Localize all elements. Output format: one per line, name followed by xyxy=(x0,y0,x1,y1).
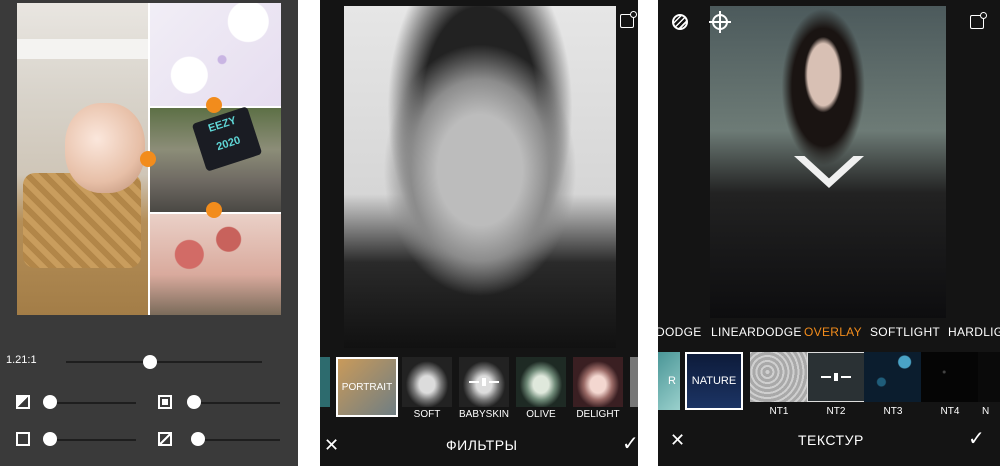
collage-cell-people[interactable]: EEZY 2020 xyxy=(150,106,281,212)
target-icon[interactable] xyxy=(709,11,731,33)
apply-check-icon[interactable]: ✓ xyxy=(622,434,638,454)
collage-canvas[interactable]: EEZY 2020 xyxy=(17,3,281,315)
filter-label-portrait: PORTRAIT xyxy=(341,381,393,393)
filters-panel: PORTRAIT SOFT BABYSKIN OLIVE DELIGHT ✕ Ф… xyxy=(320,0,638,466)
close-icon[interactable]: ✕ xyxy=(324,436,339,454)
shadow-slider-track[interactable] xyxy=(188,402,280,404)
texture-label-partial-left: R xyxy=(668,375,676,387)
blend-mode-lineardodge[interactable]: LINEARDODGE xyxy=(711,325,802,339)
texture-label-partial-right: N xyxy=(982,406,990,417)
filter-thumb-partial-right[interactable] xyxy=(630,357,638,407)
resize-handle-middle[interactable] xyxy=(140,151,156,167)
frame-icon xyxy=(16,432,30,446)
blend-mode-softlight[interactable]: SOFTLIGHT xyxy=(870,325,940,339)
border-icon xyxy=(16,395,30,409)
resize-handle-bottom[interactable] xyxy=(206,202,222,218)
texture-thumb-nt2[interactable] xyxy=(807,352,865,402)
filter-label-delight: DELIGHT xyxy=(576,409,620,420)
filters-title: ФИЛЬТРЫ xyxy=(446,437,518,453)
chair-rail xyxy=(17,39,148,59)
blend-mode-dodge[interactable]: DODGE xyxy=(658,325,702,339)
apply-check-icon-2[interactable]: ✓ xyxy=(968,429,985,449)
texture-label-nt2: NT2 xyxy=(826,406,846,417)
texture-label-nt3: NT3 xyxy=(883,406,903,417)
border-slider-track[interactable] xyxy=(44,402,136,404)
adjust-icon-2 xyxy=(821,372,851,382)
filter-thumb-portrait[interactable]: PORTRAIT xyxy=(336,357,398,417)
corner-radius-icon xyxy=(158,432,172,446)
aspect-ratio-label: 1.21:1 xyxy=(6,354,37,366)
blend-mode-overlay[interactable]: OVERLAY xyxy=(804,325,862,339)
corner-radius-slider-track[interactable] xyxy=(192,439,280,441)
collar-shape xyxy=(794,156,864,188)
filter-label-olive: OLIVE xyxy=(526,409,556,420)
texture-thumb-partial-left[interactable]: R xyxy=(658,352,680,410)
shadow-slider-knob[interactable] xyxy=(187,395,201,409)
texture-preview-photo xyxy=(710,6,946,318)
corner-radius-slider-knob[interactable] xyxy=(191,432,205,446)
texture-label-nature: NATURE xyxy=(691,375,737,387)
texture-thumb-nt3[interactable] xyxy=(864,352,922,402)
adjust-icon xyxy=(469,377,499,387)
texture-pattern-icon[interactable] xyxy=(672,14,688,30)
texture-thumb-nt1[interactable] xyxy=(750,352,808,402)
filter-thumb-soft[interactable] xyxy=(402,357,452,407)
texture-label-nt1: NT1 xyxy=(769,406,789,417)
filter-thumb-delight[interactable] xyxy=(573,357,623,407)
blend-mode-hardlight[interactable]: HARDLIGH xyxy=(948,325,1000,339)
flowers-image xyxy=(65,103,145,193)
filter-thumb-babyskin[interactable] xyxy=(459,357,509,407)
collage-cell-plate[interactable] xyxy=(150,3,281,106)
texture-thumb-partial-right[interactable] xyxy=(978,352,1000,402)
ratio-slider-knob[interactable] xyxy=(143,355,157,369)
texture-thumb-nt4[interactable] xyxy=(921,352,979,402)
resize-handle-top[interactable] xyxy=(206,97,222,113)
filter-label-soft: SOFT xyxy=(413,409,441,420)
filter-thumb-olive[interactable] xyxy=(516,357,566,407)
filter-label-babyskin: BABYSKIN xyxy=(458,409,510,420)
texture-label-nt4: NT4 xyxy=(940,406,960,417)
collage-cell-roses[interactable] xyxy=(150,214,281,315)
texture-title: ТЕКСТУР xyxy=(798,432,864,448)
collage-editor-panel: EEZY 2020 1.21:1 xyxy=(0,0,298,466)
filter-preview-photo xyxy=(344,6,616,348)
ratio-slider-track[interactable] xyxy=(66,361,262,363)
texture-panel: DODGE LINEARDODGE OVERLAY SOFTLIGHT HARD… xyxy=(658,0,1000,466)
collage-cell-basket[interactable] xyxy=(17,3,148,315)
compare-icon-2[interactable] xyxy=(970,12,987,29)
sign-image: EEZY 2020 xyxy=(191,106,263,172)
shadow-icon xyxy=(158,395,172,409)
frame-slider-knob[interactable] xyxy=(43,432,57,446)
texture-thumb-nature[interactable]: NATURE xyxy=(685,352,743,410)
frame-slider-track[interactable] xyxy=(44,439,136,441)
filter-thumb-partial[interactable] xyxy=(320,357,330,407)
compare-icon[interactable] xyxy=(620,11,637,28)
border-slider-knob[interactable] xyxy=(43,395,57,409)
close-icon-2[interactable]: ✕ xyxy=(670,431,685,449)
